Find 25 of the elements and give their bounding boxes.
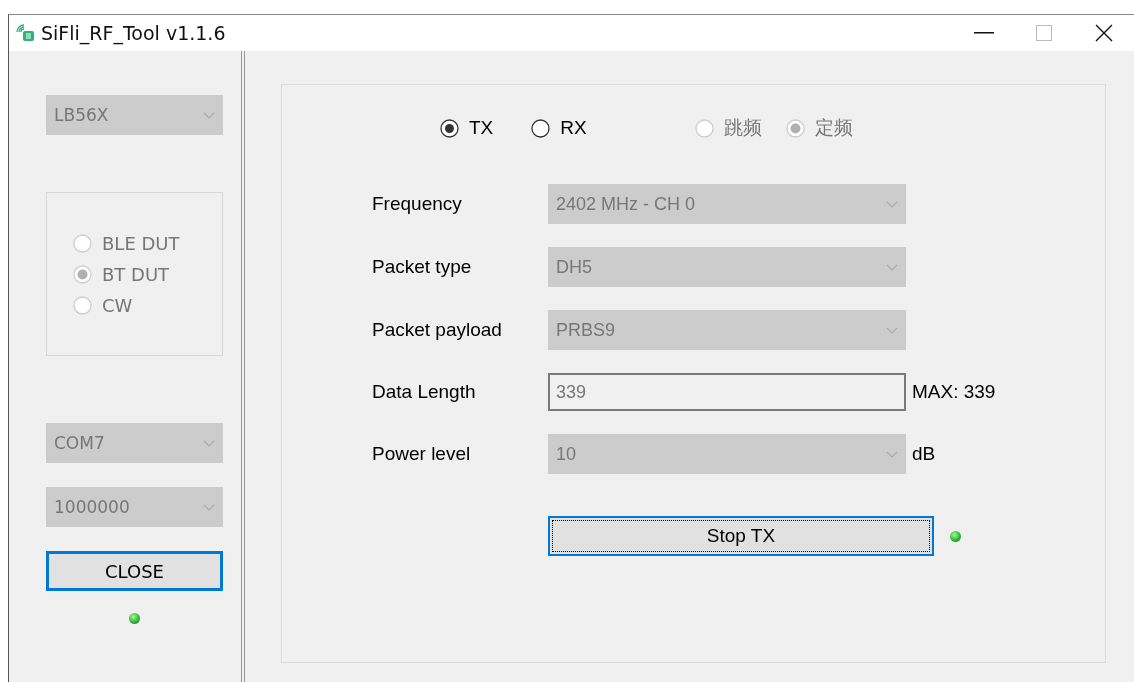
field-label: Packet payload <box>372 319 503 341</box>
status-led-icon <box>950 530 961 542</box>
chevron-down-icon <box>886 450 898 458</box>
chevron-down-icon <box>886 200 898 208</box>
app-icon <box>15 24 35 42</box>
field-label: Frequency <box>372 193 463 215</box>
chevron-down-icon <box>886 326 898 334</box>
field-label: Power level <box>372 443 472 465</box>
window-title: SiFli_RF_Tool v1.1.6 <box>41 22 227 44</box>
chevron-down-icon <box>203 111 215 119</box>
close-icon <box>1095 24 1113 42</box>
close-port-button[interactable]: CLOSE <box>46 551 223 591</box>
stop-tx-button[interactable]: Stop TX <box>548 516 934 556</box>
status-led-icon <box>129 613 140 624</box>
field-label: Packet type <box>372 256 473 278</box>
field-label: Data Length <box>372 381 477 403</box>
radio-button[interactable]: RX <box>531 117 587 139</box>
maximize-icon <box>1036 25 1052 41</box>
radio-button[interactable]: TX <box>440 117 494 139</box>
chevron-down-icon <box>203 439 215 447</box>
unit-label: dB <box>911 443 937 465</box>
chevron-down-icon <box>886 263 898 271</box>
minimize-icon <box>974 32 994 34</box>
chevron-down-icon <box>203 503 215 511</box>
unit-label: MAX: 339 <box>911 381 997 403</box>
